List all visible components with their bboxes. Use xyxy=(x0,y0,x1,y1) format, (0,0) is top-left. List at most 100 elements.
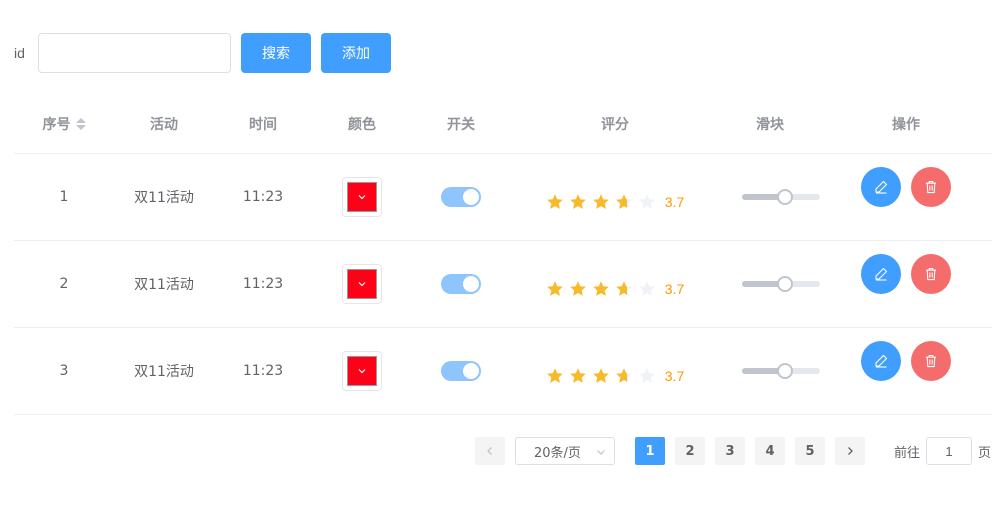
add-button[interactable]: 添加 xyxy=(321,33,391,73)
star-icon[interactable] xyxy=(615,193,633,211)
header-rating: 评分 xyxy=(601,117,629,133)
cell-color xyxy=(312,241,412,327)
header-actions: 操作 xyxy=(892,117,920,133)
cell-slider xyxy=(720,328,820,414)
page-1-button[interactable]: 1 xyxy=(635,437,665,465)
page-2-button[interactable]: 2 xyxy=(675,437,705,465)
star-icon[interactable] xyxy=(569,367,587,385)
star-icon[interactable] xyxy=(546,367,564,385)
cell-index: 3 xyxy=(59,363,69,379)
cell-slider xyxy=(720,154,820,240)
delete-button[interactable] xyxy=(911,253,951,294)
delete-button[interactable] xyxy=(911,340,951,381)
star-icon[interactable] xyxy=(592,367,610,385)
table-row: 1 双11活动 11:23 3.7 xyxy=(14,154,992,241)
toggle-switch[interactable] xyxy=(441,187,481,207)
cell-switch xyxy=(412,241,510,327)
sort-caret-icon[interactable] xyxy=(75,118,86,130)
slider-handle[interactable] xyxy=(776,189,793,205)
cell-time: 11:23 xyxy=(242,276,284,292)
color-picker[interactable] xyxy=(342,264,382,304)
search-button[interactable]: 搜索 xyxy=(241,33,311,73)
page-jumper: 前往 页 xyxy=(894,437,991,465)
page-4-button[interactable]: 4 xyxy=(755,437,785,465)
cell-actions xyxy=(820,328,992,414)
header-index[interactable]: 序号 xyxy=(14,114,114,134)
cell-activity: 双11活动 xyxy=(134,364,194,380)
header-time: 时间 xyxy=(249,117,277,133)
id-label: id xyxy=(14,45,25,61)
delete-button[interactable] xyxy=(911,166,951,207)
star-icon[interactable] xyxy=(546,193,564,211)
cell-switch xyxy=(412,154,510,240)
star-rating[interactable]: 3.7 xyxy=(546,193,684,211)
cell-color xyxy=(312,328,412,414)
edit-button[interactable] xyxy=(861,253,901,294)
switch-knob xyxy=(463,276,479,292)
chevron-down-icon xyxy=(358,369,366,374)
rating-text: 3.7 xyxy=(664,368,685,384)
goto-page-input[interactable] xyxy=(926,437,973,465)
trash-icon xyxy=(926,267,936,280)
cell-actions xyxy=(820,154,992,240)
star-icon[interactable] xyxy=(569,280,587,298)
page-size-select[interactable]: 20条/页 xyxy=(515,437,615,465)
edit-button[interactable] xyxy=(861,340,901,381)
star-icon[interactable] xyxy=(569,193,587,211)
color-picker[interactable] xyxy=(342,351,382,391)
star-icon[interactable] xyxy=(592,280,610,298)
page-5-button[interactable]: 5 xyxy=(795,437,825,465)
edit-pencil-icon xyxy=(875,267,888,281)
slider[interactable] xyxy=(742,189,820,205)
id-input[interactable] xyxy=(38,33,231,73)
star-icon[interactable] xyxy=(615,280,633,298)
slider[interactable] xyxy=(742,363,820,379)
cell-slider xyxy=(720,241,820,327)
next-page-button[interactable] xyxy=(835,437,865,465)
star-icon[interactable] xyxy=(615,367,633,385)
trash-icon xyxy=(926,354,936,367)
cell-index: 2 xyxy=(59,276,69,292)
edit-pencil-icon xyxy=(875,180,888,194)
slider[interactable] xyxy=(742,276,820,292)
star-rating[interactable]: 3.7 xyxy=(546,367,684,385)
cell-activity: 双11活动 xyxy=(134,277,194,293)
chevron-right-icon xyxy=(848,447,853,455)
color-picker[interactable] xyxy=(342,177,382,217)
cell-color xyxy=(312,154,412,240)
header-activity: 活动 xyxy=(150,117,178,133)
page-numbers: 12345 xyxy=(615,437,825,465)
header-color: 颜色 xyxy=(348,117,376,133)
toggle-switch[interactable] xyxy=(441,361,481,381)
header-slider: 滑块 xyxy=(756,117,784,133)
edit-button[interactable] xyxy=(861,166,901,207)
star-rating[interactable]: 3.7 xyxy=(546,280,684,298)
color-swatch xyxy=(347,182,377,212)
star-icon[interactable] xyxy=(638,280,656,298)
toggle-switch[interactable] xyxy=(441,274,481,294)
search-bar: id 搜索 添加 xyxy=(14,33,391,73)
cell-rating: 3.7 xyxy=(510,154,720,240)
table-body: 1 双11活动 11:23 3.7 2 双11活动 11:23 3.7 3 双1… xyxy=(14,154,992,415)
prev-page-button[interactable] xyxy=(475,437,505,465)
data-table: 序号 活动 时间 颜色 开关 评分 滑块 操作 1 双11活动 11:23 3.… xyxy=(14,95,992,415)
page-size-value: 20条/页 xyxy=(534,445,581,461)
slider-handle[interactable] xyxy=(776,363,793,379)
goto-prefix: 前往 xyxy=(894,445,921,461)
star-icon[interactable] xyxy=(546,280,564,298)
chevron-down-icon xyxy=(358,195,366,200)
color-swatch xyxy=(347,356,377,386)
header-switch: 开关 xyxy=(447,117,475,133)
table-row: 2 双11活动 11:23 3.7 xyxy=(14,241,992,328)
page-3-button[interactable]: 3 xyxy=(715,437,745,465)
cell-switch xyxy=(412,328,510,414)
star-icon[interactable] xyxy=(638,193,656,211)
star-icon[interactable] xyxy=(592,193,610,211)
star-icon[interactable] xyxy=(638,367,656,385)
chevron-down-icon xyxy=(597,450,605,455)
cell-rating: 3.7 xyxy=(510,328,720,414)
rating-text: 3.7 xyxy=(664,194,685,210)
slider-handle[interactable] xyxy=(776,276,793,292)
edit-pencil-icon xyxy=(875,354,888,368)
chevron-down-icon xyxy=(358,282,366,287)
